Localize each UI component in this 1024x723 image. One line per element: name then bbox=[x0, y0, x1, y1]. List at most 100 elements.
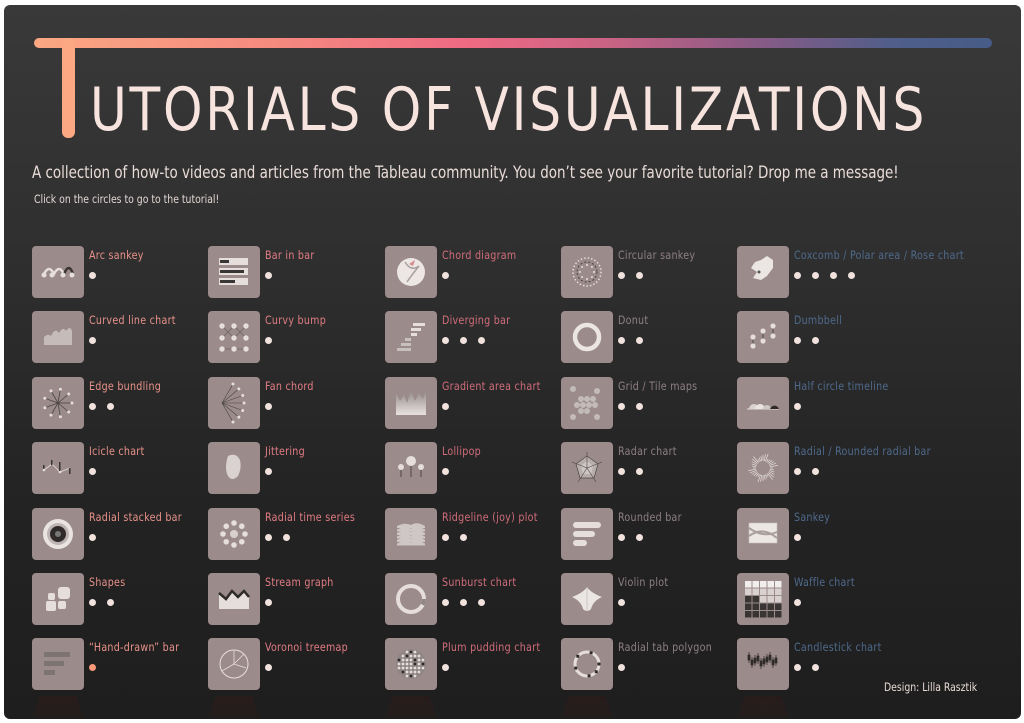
tutorial-label: Fan chord bbox=[265, 379, 314, 393]
tutorial-thumbnail[interactable] bbox=[385, 246, 437, 298]
tutorial-thumbnail[interactable] bbox=[737, 246, 789, 298]
tutorial-link-dot[interactable] bbox=[794, 403, 801, 410]
tutorial-thumbnail[interactable] bbox=[208, 573, 260, 625]
tutorial-link-dot[interactable] bbox=[442, 272, 449, 279]
tutorial-thumbnail[interactable] bbox=[561, 508, 613, 560]
tutorial-thumbnail[interactable] bbox=[32, 508, 84, 560]
tutorial-link-dot[interactable] bbox=[794, 534, 801, 541]
tutorial-link-dot[interactable] bbox=[265, 272, 272, 279]
tutorial-thumbnail[interactable] bbox=[385, 573, 437, 625]
tutorial-link-dot[interactable] bbox=[636, 468, 643, 475]
tutorial-thumbnail[interactable] bbox=[561, 638, 613, 690]
tutorial-thumbnail[interactable] bbox=[208, 246, 260, 298]
tutorial-link-dot[interactable] bbox=[442, 534, 449, 541]
tutorial-thumbnail[interactable] bbox=[385, 638, 437, 690]
tutorial-link-dot[interactable] bbox=[89, 337, 96, 344]
tutorial-thumbnail[interactable] bbox=[385, 311, 437, 363]
tutorial-link-dot[interactable] bbox=[460, 599, 467, 606]
tutorial-link-dot[interactable] bbox=[794, 664, 801, 671]
tutorial-link-dot[interactable] bbox=[636, 534, 643, 541]
tutorial-link-dot[interactable] bbox=[618, 599, 625, 606]
tutorial-link-dot[interactable] bbox=[265, 468, 272, 475]
candlestick-chart-icon bbox=[737, 638, 789, 690]
tutorial-thumbnail[interactable] bbox=[32, 442, 84, 494]
tutorial-link-dot[interactable] bbox=[265, 403, 272, 410]
tutorial-link-dot[interactable] bbox=[794, 337, 801, 344]
tutorial-link-dot[interactable] bbox=[830, 272, 837, 279]
tutorial-item: Curved line chart bbox=[32, 311, 202, 365]
tutorial-thumbnail[interactable] bbox=[32, 246, 84, 298]
tutorial-link-dot[interactable] bbox=[89, 599, 96, 606]
tutorial-links bbox=[618, 597, 625, 609]
tutorial-link-dot[interactable] bbox=[89, 468, 96, 475]
tutorial-label: Radial tab polygon bbox=[618, 640, 713, 654]
tutorial-link-dot[interactable] bbox=[794, 468, 801, 475]
tutorial-link-dot[interactable] bbox=[442, 599, 449, 606]
tutorial-thumbnail[interactable] bbox=[561, 377, 613, 429]
tutorial-thumbnail[interactable] bbox=[208, 311, 260, 363]
tutorial-thumbnail[interactable] bbox=[208, 508, 260, 560]
tutorial-link-dot[interactable] bbox=[618, 664, 625, 671]
tutorial-item: Fan chord bbox=[208, 377, 378, 431]
tutorial-link-dot[interactable] bbox=[265, 599, 272, 606]
tutorial-link-dot[interactable] bbox=[636, 403, 643, 410]
tutorial-thumbnail[interactable] bbox=[32, 573, 84, 625]
tutorial-link-dot[interactable] bbox=[812, 664, 819, 671]
tutorial-link-dot[interactable] bbox=[89, 664, 96, 671]
tutorial-thumbnail[interactable] bbox=[385, 442, 437, 494]
tutorial-thumbnail[interactable] bbox=[208, 638, 260, 690]
tutorial-thumbnail[interactable] bbox=[737, 508, 789, 560]
tutorial-link-dot[interactable] bbox=[442, 468, 449, 475]
tutorial-link-dot[interactable] bbox=[89, 534, 96, 541]
tutorial-link-dot[interactable] bbox=[618, 534, 625, 541]
tutorial-link-dot[interactable] bbox=[460, 534, 467, 541]
tutorial-link-dot[interactable] bbox=[460, 337, 467, 344]
tutorial-thumbnail[interactable] bbox=[737, 638, 789, 690]
tutorial-thumbnail[interactable] bbox=[561, 311, 613, 363]
tutorial-link-dot[interactable] bbox=[618, 272, 625, 279]
tutorial-thumbnail[interactable] bbox=[32, 638, 84, 690]
tutorial-link-dot[interactable] bbox=[812, 272, 819, 279]
tutorial-link-dot[interactable] bbox=[89, 403, 96, 410]
tutorial-link-dot[interactable] bbox=[265, 534, 272, 541]
tutorial-link-dot[interactable] bbox=[618, 337, 625, 344]
tutorial-thumbnail[interactable] bbox=[737, 311, 789, 363]
tutorial-thumbnail[interactable] bbox=[32, 311, 84, 363]
tutorial-link-dot[interactable] bbox=[618, 403, 625, 410]
tutorial-link-dot[interactable] bbox=[442, 664, 449, 671]
tutorial-link-dot[interactable] bbox=[812, 337, 819, 344]
tutorial-link-dot[interactable] bbox=[812, 468, 819, 475]
tutorial-thumbnail[interactable] bbox=[737, 377, 789, 429]
tutorial-item: Radial tab polygon bbox=[561, 638, 731, 718]
tutorial-thumbnail[interactable] bbox=[561, 442, 613, 494]
tutorial-link-dot[interactable] bbox=[107, 403, 114, 410]
tutorial-link-dot[interactable] bbox=[442, 403, 449, 410]
tutorial-link-dot[interactable] bbox=[478, 599, 485, 606]
tutorial-thumbnail[interactable] bbox=[385, 377, 437, 429]
tutorial-link-dot[interactable] bbox=[478, 337, 485, 344]
tutorial-thumbnail[interactable] bbox=[385, 508, 437, 560]
tutorial-thumbnail[interactable] bbox=[561, 573, 613, 625]
tutorial-link-dot[interactable] bbox=[848, 272, 855, 279]
tutorial-link-dot[interactable] bbox=[107, 599, 114, 606]
tutorial-link-dot[interactable] bbox=[89, 272, 96, 279]
tutorial-link-dot[interactable] bbox=[265, 664, 272, 671]
tutorial-thumbnail[interactable] bbox=[561, 246, 613, 298]
tutorial-thumbnail[interactable] bbox=[32, 377, 84, 429]
tutorial-item: Arc sankey bbox=[32, 246, 202, 300]
tutorial-link-dot[interactable] bbox=[636, 272, 643, 279]
tutorial-label: Lollipop bbox=[442, 444, 481, 458]
tutorial-thumbnail[interactable] bbox=[737, 573, 789, 625]
tutorial-thumbnail[interactable] bbox=[208, 377, 260, 429]
tutorial-thumbnail[interactable] bbox=[737, 442, 789, 494]
tutorial-links bbox=[794, 270, 855, 282]
tutorial-link-dot[interactable] bbox=[618, 468, 625, 475]
tutorial-thumbnail[interactable] bbox=[208, 442, 260, 494]
tutorial-link-dot[interactable] bbox=[794, 599, 801, 606]
tutorial-link-dot[interactable] bbox=[636, 337, 643, 344]
tutorial-link-dot[interactable] bbox=[265, 337, 272, 344]
tutorial-link-dot[interactable] bbox=[794, 272, 801, 279]
tutorial-label: Rounded bar bbox=[618, 510, 682, 524]
tutorial-link-dot[interactable] bbox=[283, 534, 290, 541]
tutorial-link-dot[interactable] bbox=[442, 337, 449, 344]
